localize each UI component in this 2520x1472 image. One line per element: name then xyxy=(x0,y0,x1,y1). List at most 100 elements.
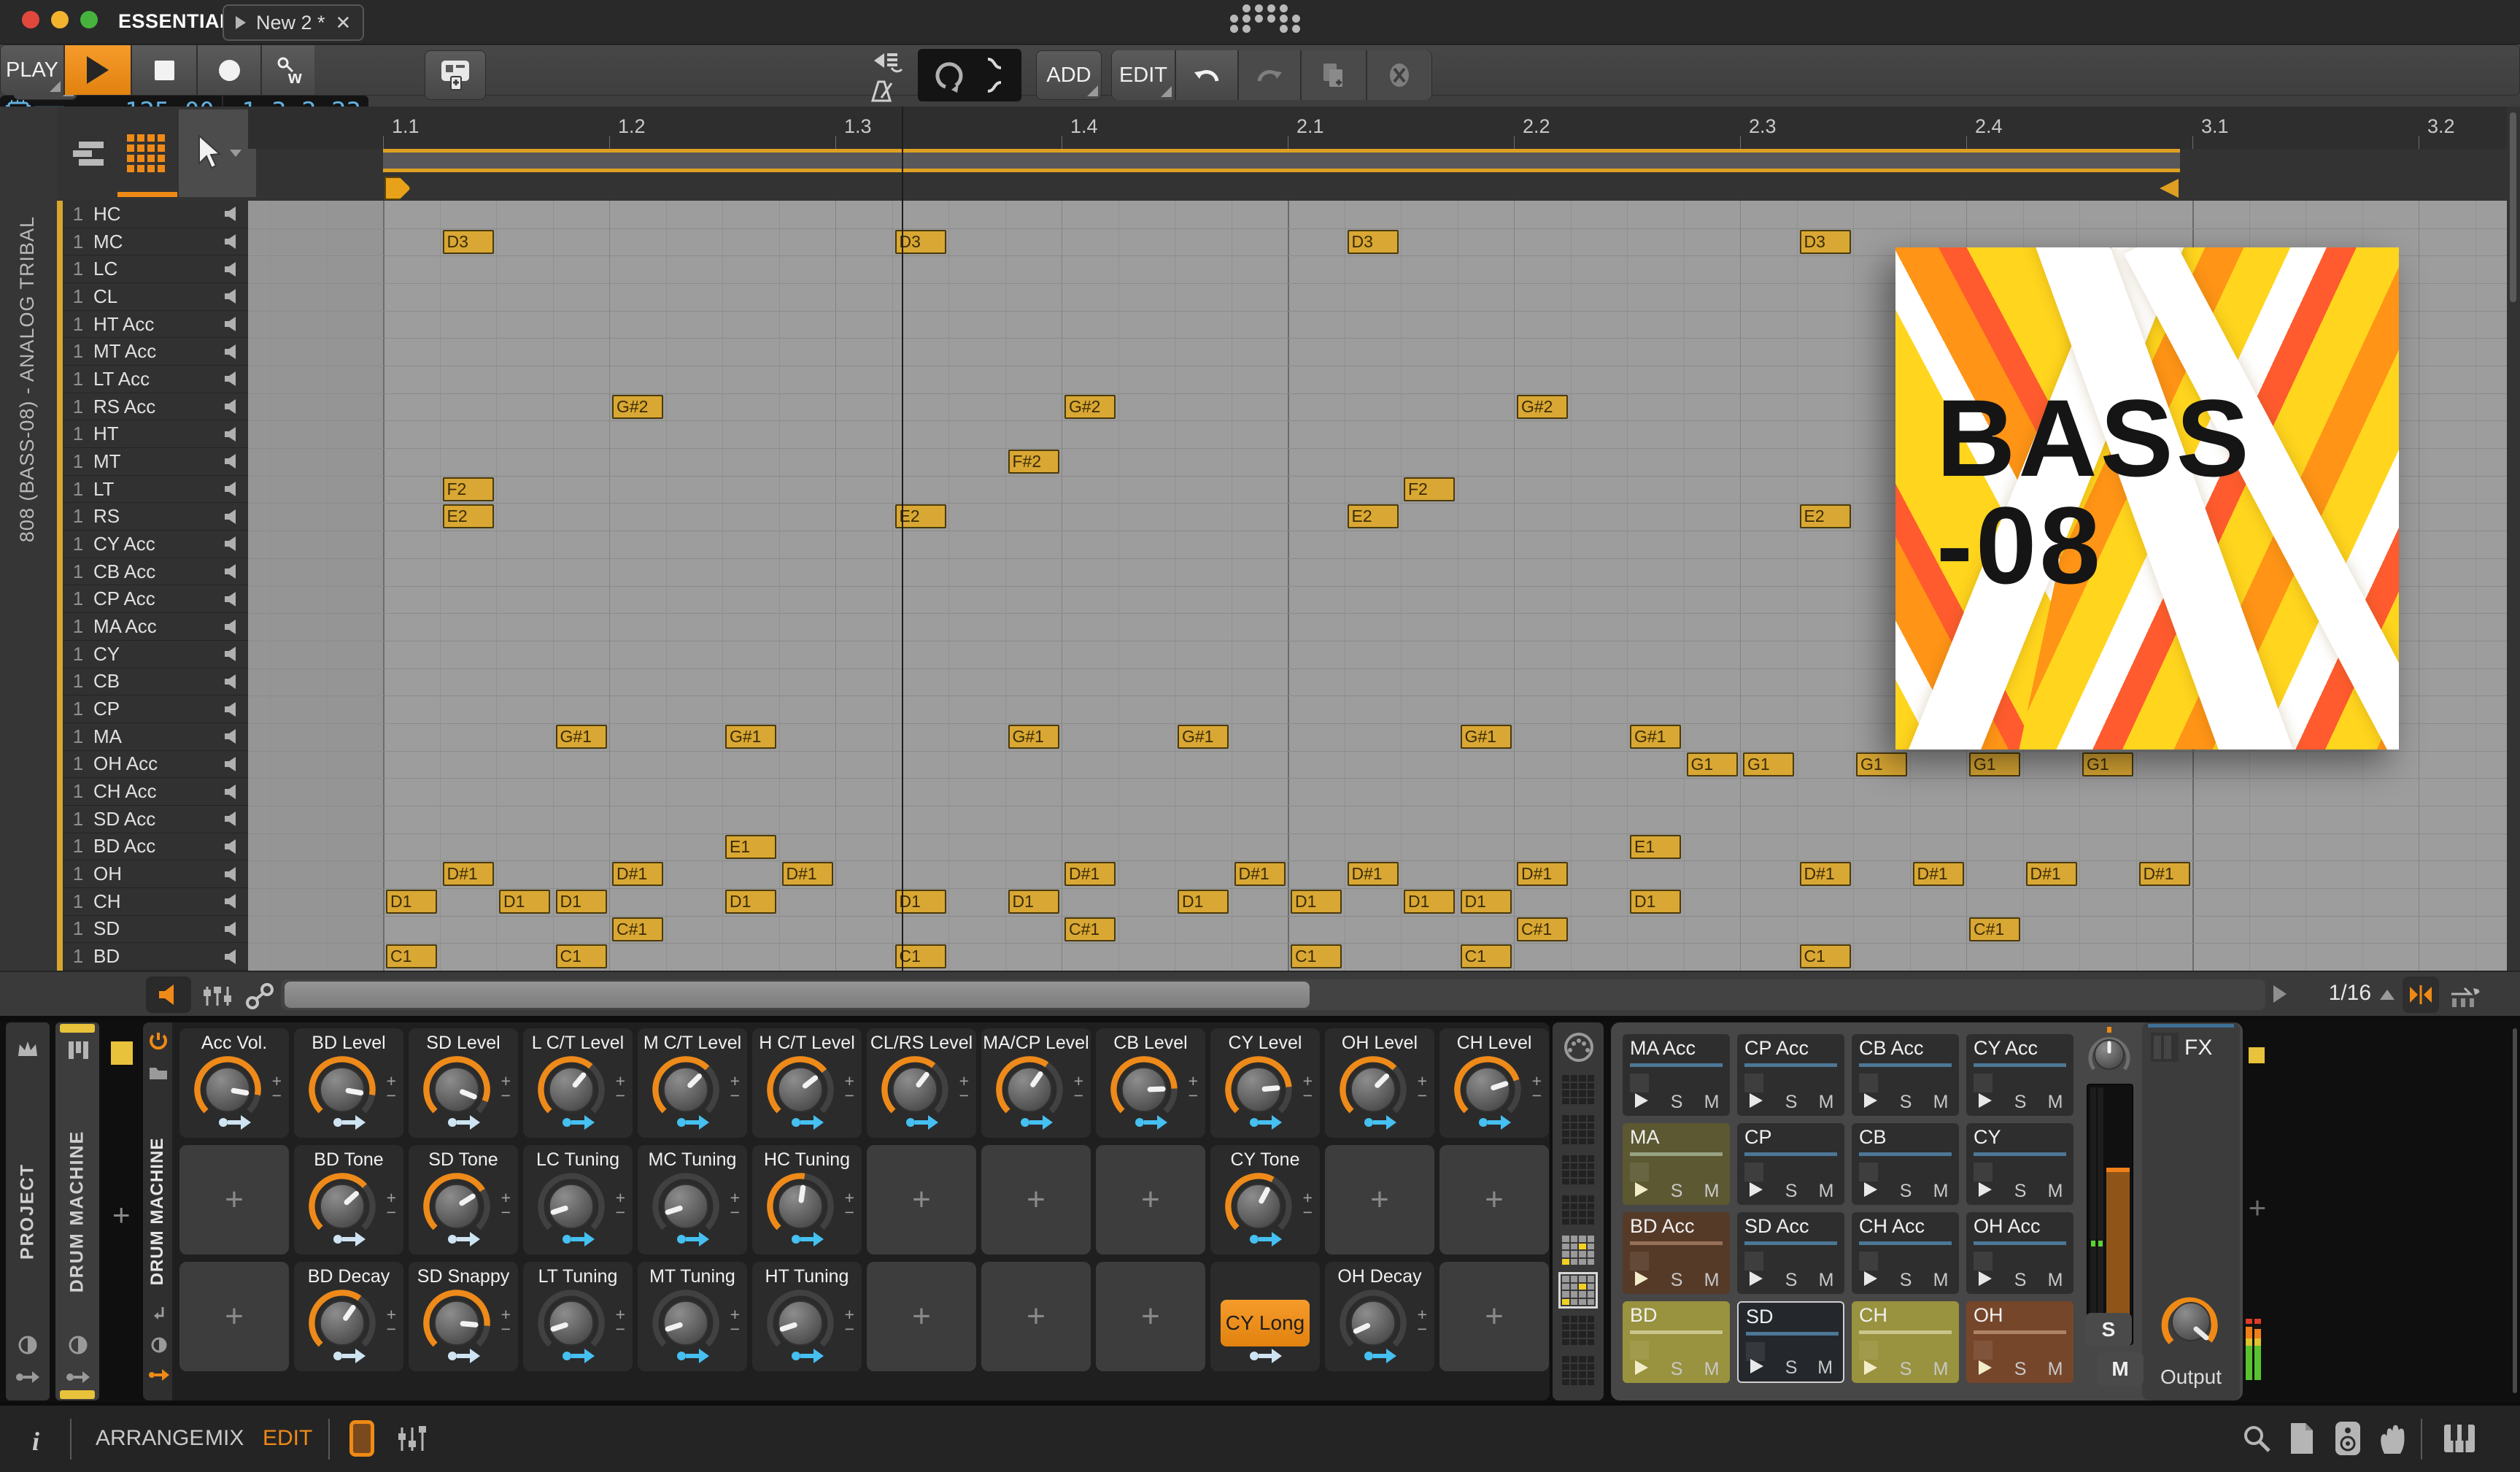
monitor-speaker-icon[interactable] xyxy=(2333,1420,2362,1457)
playhead[interactable] xyxy=(902,107,903,971)
pad-swatch[interactable] xyxy=(1859,1163,1878,1182)
pad-play-icon[interactable] xyxy=(1863,1359,1879,1376)
macro-cell-ch-level[interactable]: CH Level + − xyxy=(1439,1028,1549,1138)
pad-solo-button[interactable]: S xyxy=(1900,1359,1912,1380)
link-icon[interactable] xyxy=(245,982,274,1010)
pad-mute-button[interactable]: M xyxy=(1933,1181,1949,1202)
modulation-route-icon[interactable] xyxy=(1363,1113,1396,1132)
pad-oh-acc[interactable]: OH Acc S M xyxy=(1966,1212,2073,1294)
macro-cell-oh-decay[interactable]: OH Decay + − xyxy=(1325,1262,1434,1371)
pad-cy-acc[interactable]: CY Acc S M xyxy=(1966,1034,2073,1116)
pad-play-icon[interactable] xyxy=(1748,1092,1764,1109)
pad-swatch[interactable] xyxy=(1630,1252,1649,1271)
pad-swatch[interactable] xyxy=(1630,1163,1649,1182)
note-D1[interactable]: D1 xyxy=(1404,889,1455,914)
note-Gs1[interactable]: G#1 xyxy=(1630,724,1681,749)
note-Ds1[interactable]: D#1 xyxy=(612,862,663,887)
pad-swatch[interactable] xyxy=(1744,1252,1763,1271)
file-browser-icon[interactable] xyxy=(2288,1422,2316,1455)
macro-cell-hc-tuning[interactable]: HC Tuning + − xyxy=(752,1145,862,1255)
tab-close-icon[interactable]: ✕ xyxy=(336,12,352,34)
note-Cs1[interactable]: C#1 xyxy=(1517,917,1568,941)
note-C1[interactable]: C1 xyxy=(1460,944,1512,969)
note-Ds1[interactable]: D#1 xyxy=(1234,862,1286,887)
pad-cb[interactable]: CB S M xyxy=(1852,1123,1959,1205)
pad-solo-button[interactable]: S xyxy=(1785,1181,1798,1202)
output-knob[interactable] xyxy=(2161,1287,2221,1357)
drum-key-row[interactable]: 1 LT Acc xyxy=(63,366,248,393)
stop-button[interactable] xyxy=(132,45,198,95)
pad-mute-button[interactable]: M xyxy=(2048,1181,2063,1202)
pad-solo-button[interactable]: S xyxy=(2014,1270,2027,1291)
pad-swatch[interactable] xyxy=(1974,1074,1993,1093)
modulation-route-icon[interactable] xyxy=(676,1230,709,1249)
key-mute-speaker-icon[interactable] xyxy=(223,261,241,277)
pad-solo-button[interactable]: S xyxy=(1671,1359,1683,1380)
scroll-right-icon[interactable] xyxy=(2273,985,2287,1003)
empty-macro-slot[interactable]: + xyxy=(1439,1262,1549,1371)
key-mute-speaker-icon[interactable] xyxy=(223,563,241,579)
macro-cell-m-c-t-level[interactable]: M C/T Level + − xyxy=(638,1028,747,1138)
note-list-view-icon[interactable] xyxy=(73,139,108,168)
pad-mute-button[interactable]: M xyxy=(1704,1359,1720,1380)
pad-mute-button[interactable]: M xyxy=(1704,1092,1720,1113)
macro-cell-acc-vol-[interactable]: Acc Vol. + − xyxy=(179,1028,289,1138)
layer-swatch[interactable] xyxy=(2249,1047,2265,1063)
horizontal-scrollbar[interactable] xyxy=(281,979,2265,1010)
pad-solo-button[interactable]: S xyxy=(2014,1181,2027,1202)
fx-chain-panel[interactable]: FX Output xyxy=(2142,1022,2240,1400)
modulation-route-icon[interactable] xyxy=(332,1230,366,1249)
scrollbar-thumb[interactable] xyxy=(285,982,1310,1008)
drum-grid-view-icon[interactable] xyxy=(127,134,168,172)
empty-macro-slot[interactable]: + xyxy=(981,1262,1091,1371)
note-E1[interactable]: E1 xyxy=(1630,834,1681,859)
pad-bank-3[interactable] xyxy=(1562,1155,1594,1184)
key-mute-speaker-icon[interactable] xyxy=(223,481,241,497)
pad-mute-button[interactable]: M xyxy=(1819,1092,1834,1113)
pad-solo-button[interactable]: S xyxy=(2085,1313,2132,1346)
drum-key-row[interactable]: 1 CH xyxy=(63,888,248,916)
modulation-route-icon[interactable] xyxy=(790,1230,824,1249)
note-C1[interactable]: C1 xyxy=(1291,944,1342,969)
fine-adjust-buttons[interactable]: + − xyxy=(1303,1073,1313,1104)
key-mute-speaker-icon[interactable] xyxy=(223,949,241,965)
add-device-button[interactable]: + xyxy=(112,1198,131,1233)
key-mute-speaker-icon[interactable] xyxy=(223,288,241,304)
tab-project[interactable]: PROJECT xyxy=(6,1022,50,1400)
pad-solo-button[interactable]: S xyxy=(1785,1357,1798,1379)
view-arrange[interactable]: ARRANGE xyxy=(96,1426,204,1451)
note-Ds1[interactable]: D#1 xyxy=(781,862,833,887)
key-mute-speaker-icon[interactable] xyxy=(223,234,241,250)
macro-cell-sd-tone[interactable]: SD Tone + − xyxy=(409,1145,518,1255)
pad-bank-2[interactable] xyxy=(1562,1115,1594,1144)
note-G1[interactable]: G1 xyxy=(1856,752,1907,777)
view-edit[interactable]: EDIT xyxy=(263,1426,312,1451)
pad-play-icon[interactable] xyxy=(1863,1181,1879,1198)
macro-cell-cb-level[interactable]: CB Level + − xyxy=(1096,1028,1205,1138)
macro-cell-cy-tone[interactable]: CY Tone + − xyxy=(1210,1145,1320,1255)
fine-adjust-buttons[interactable]: + − xyxy=(730,1306,740,1338)
note-Ds1[interactable]: D#1 xyxy=(1064,862,1116,887)
key-mute-speaker-icon[interactable] xyxy=(223,316,241,332)
note-G1[interactable]: G1 xyxy=(1969,752,2020,777)
drum-key-row[interactable]: 1 HT xyxy=(63,420,248,449)
pad-mute-button[interactable]: M xyxy=(1704,1270,1720,1291)
clip-end-marker[interactable] xyxy=(2160,179,2179,198)
fine-adjust-buttons[interactable]: + − xyxy=(1189,1073,1198,1104)
modulation-route-icon[interactable] xyxy=(905,1113,938,1132)
key-mute-speaker-icon[interactable] xyxy=(223,866,241,882)
key-mute-speaker-icon[interactable] xyxy=(223,206,241,222)
modulation-route-icon[interactable] xyxy=(561,1113,595,1132)
fine-adjust-buttons[interactable]: + − xyxy=(845,1306,854,1338)
macro-cell-bd-decay[interactable]: BD Decay + − xyxy=(294,1262,403,1371)
note-D1[interactable]: D1 xyxy=(1178,889,1229,914)
pad-mute-button[interactable]: M xyxy=(2048,1270,2063,1291)
pad-bd-acc[interactable]: BD Acc S M xyxy=(1623,1212,1730,1294)
note-Ds1[interactable]: D#1 xyxy=(1517,862,1568,887)
note-D3[interactable]: D3 xyxy=(1799,229,1851,254)
snap-toggle-button[interactable] xyxy=(2403,976,2439,1013)
pad-mute-button[interactable]: M xyxy=(2097,1352,2144,1386)
pad-solo-button[interactable]: S xyxy=(1900,1181,1912,1202)
modulation-route-icon[interactable] xyxy=(790,1346,824,1365)
note-D1[interactable]: D1 xyxy=(1291,889,1342,914)
